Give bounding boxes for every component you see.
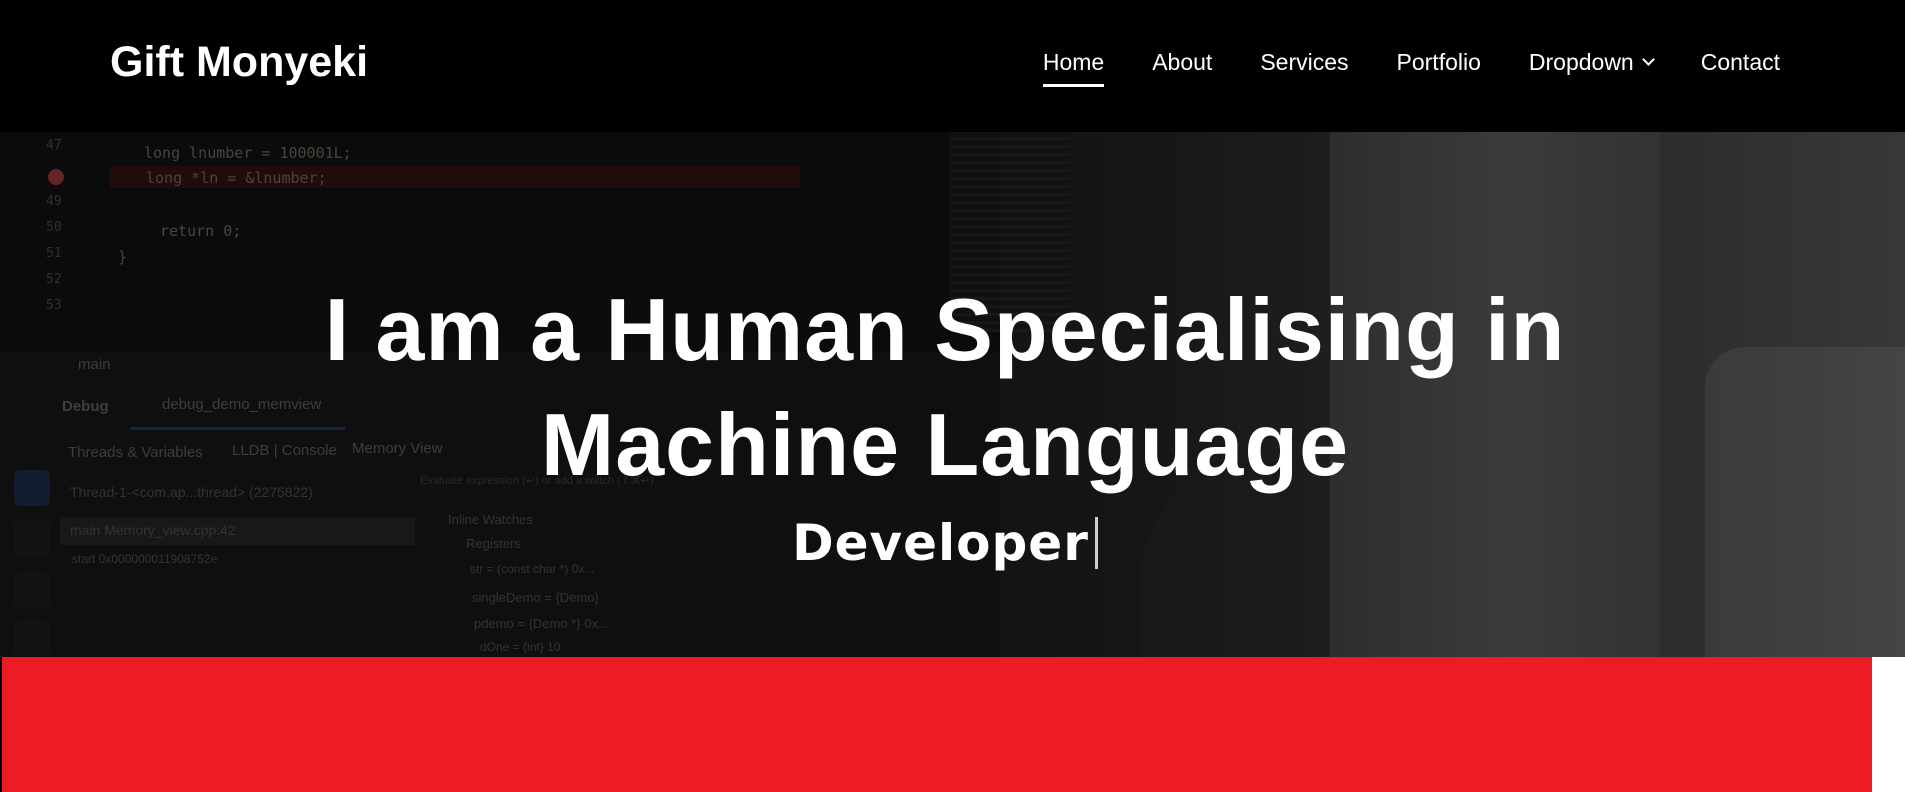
hero-title: I am a Human Specialising in Machine Lan… xyxy=(0,272,1890,502)
nav-portfolio[interactable]: Portfolio xyxy=(1397,0,1481,125)
main-nav: Home About Services Portfolio Dropdown C… xyxy=(995,0,1780,125)
nav-contact[interactable]: Contact xyxy=(1701,0,1780,125)
chevron-down-icon xyxy=(1641,53,1655,66)
hero-section: 47 49 50 51 52 53 long lnumber = 100001L… xyxy=(0,132,1905,657)
nav-dropdown[interactable]: Dropdown xyxy=(1528,0,1655,125)
typing-cursor-icon xyxy=(1094,516,1098,569)
nav-services-label: Services xyxy=(1260,49,1349,75)
typed-role-text: Developer xyxy=(792,514,1089,572)
hero-title-line-2: Machine Language xyxy=(540,395,1350,494)
nav-about[interactable]: About xyxy=(1152,0,1212,125)
hero-title-line-1: I am a Human Specialising in xyxy=(324,280,1566,379)
nav-about-label: About xyxy=(1152,49,1213,75)
page-edge-strip xyxy=(1872,657,1905,792)
nav-contact-label: Contact xyxy=(1700,49,1780,75)
nav-home[interactable]: Home xyxy=(1042,0,1105,125)
red-feature-section xyxy=(2,657,1872,792)
nav-dropdown-label: Dropdown xyxy=(1528,49,1634,75)
nav-home-label: Home xyxy=(1042,49,1105,75)
site-header: Gift Monyeki Home About Services Portfol… xyxy=(0,0,1905,132)
hero-subtitle: Developer xyxy=(0,514,1890,572)
nav-services[interactable]: Services xyxy=(1260,0,1348,125)
site-logo[interactable]: Gift Monyeki xyxy=(110,38,368,87)
nav-portfolio-label: Portfolio xyxy=(1396,49,1481,75)
